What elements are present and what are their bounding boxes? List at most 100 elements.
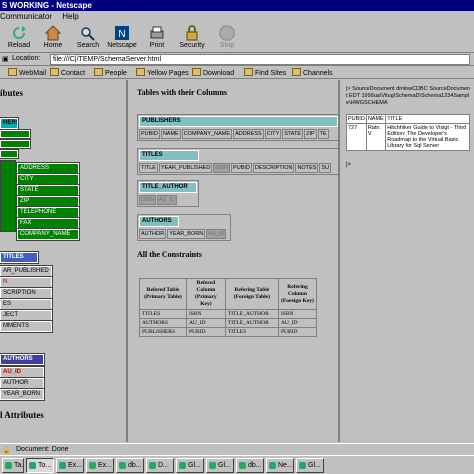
titles-box[interactable]: TITLES [0, 251, 39, 264]
cell: PUBID [277, 327, 318, 337]
security-button[interactable]: Security [177, 25, 207, 49]
table-name[interactable]: TITLE_AUTHOR [139, 182, 197, 193]
author-field-author[interactable]: AUTHOR [0, 377, 45, 390]
attributes-heading: ibutes [0, 88, 24, 98]
publishers-field-block[interactable] [0, 139, 31, 149]
stop-icon [219, 25, 235, 41]
column[interactable]: COMPANY_NAME [181, 129, 233, 139]
home-button[interactable]: Home [38, 25, 68, 49]
personal-link-people[interactable]: People [94, 68, 127, 77]
author-field-year-born[interactable]: YEAR_BORN [0, 388, 45, 401]
svg-text:N: N [118, 29, 125, 40]
cell: AUTHORS [139, 318, 187, 328]
navigation-toolbar: Reload Home Search N Netscape Print Secu… [0, 23, 474, 53]
taskbar-item[interactable]: D... [146, 458, 174, 473]
publisher-field-city[interactable]: CITY [16, 173, 80, 186]
right-frame: |> SourceDocument dmlowCDBC SourceDocume… [342, 80, 474, 442]
search-button[interactable]: Search [73, 25, 103, 49]
column-header: Refered Table (Primary Table) [139, 278, 187, 310]
publisher-field-address[interactable]: ADDRESS [16, 162, 80, 175]
column[interactable]: YEAR_PUBLISHED [158, 163, 213, 173]
column[interactable]: YEAR_BORN [167, 229, 206, 239]
taskbar-item[interactable]: Gl... [176, 458, 204, 473]
column[interactable]: ADDRESS [233, 129, 264, 139]
publisher-field-state[interactable]: STATE [16, 184, 80, 197]
taskbar-item[interactable]: Gl... [296, 458, 324, 473]
menu-help[interactable]: Help [62, 12, 78, 21]
constraints-heading: All the Constraints [137, 250, 202, 259]
personal-link-contact[interactable]: Contact [50, 68, 85, 77]
table-row: TITLES ISBN TITLE_AUTHOR ISBN [139, 309, 318, 319]
cell: TITLE_AUTHOR [224, 309, 279, 319]
taskbar-item[interactable]: Gl... [206, 458, 234, 473]
table-name[interactable]: AUTHORS [139, 216, 179, 227]
stop-button[interactable]: Stop [212, 25, 242, 49]
column[interactable]: CITY [264, 129, 282, 139]
column[interactable]: SU [319, 163, 332, 173]
window-title-bar[interactable]: S WORKING - Netscape [0, 0, 474, 11]
publisher-field-fax[interactable]: FAX [16, 217, 80, 230]
column[interactable]: PUBID [231, 163, 252, 173]
reload-icon [13, 26, 26, 39]
publisher-field-zip[interactable]: ZIP [16, 195, 80, 208]
table-titles: TITLES TITLE YEAR_PUBLISHED ISBN PUBID D… [137, 148, 338, 175]
column[interactable]: AU_ID [156, 195, 178, 205]
publisher-field-telephone[interactable]: TELEPHONE [16, 206, 80, 219]
print-button[interactable]: Print [142, 25, 172, 49]
taskbar: Ta... To... Ex... Ex... db... D... Gl...… [0, 455, 474, 474]
table-name[interactable]: TITLES [139, 150, 199, 161]
author-field-au-id[interactable]: AU_ID [0, 366, 45, 379]
menu-communicator[interactable]: Communicator [0, 12, 52, 21]
title-field-isbn[interactable]: N [0, 276, 53, 289]
publishers-box[interactable]: HERS [0, 117, 19, 130]
netscape-icon: N [115, 26, 129, 40]
column-header: NAME [365, 114, 387, 124]
personal-link-channels[interactable]: Channels [292, 68, 333, 77]
column[interactable]: NAME [160, 129, 181, 139]
taskbar-item[interactable]: Ne... [266, 458, 294, 473]
column[interactable]: ISBN [139, 195, 156, 205]
column[interactable]: NOTES [295, 163, 319, 173]
taskbar-item[interactable]: To... [26, 458, 54, 473]
publisher-field-company-name[interactable]: COMPANY_NAME [16, 228, 80, 241]
personal-link-download[interactable]: Download [192, 68, 234, 77]
security-icon [186, 25, 198, 41]
search-icon [81, 27, 95, 41]
table-name[interactable]: PUBLISHERS [139, 116, 338, 127]
reload-button[interactable]: Reload [4, 25, 34, 49]
personal-link-yellow-pages[interactable]: Yellow Pages [136, 68, 189, 77]
taskbar-item[interactable]: db... [116, 458, 144, 473]
column[interactable]: AU_ID [206, 229, 227, 239]
table-publishers: PUBLISHERS PUBID NAME COMPANY_NAME ADDRE… [137, 114, 338, 141]
column[interactable]: ISBN [213, 163, 231, 173]
title-field-subject[interactable]: JECT [0, 309, 53, 322]
column-header: TITLE [385, 114, 470, 124]
status-text: Document: Done [16, 446, 69, 453]
taskbar-item[interactable]: Ex... [56, 458, 84, 473]
personal-link-find-sites[interactable]: Find Sites [244, 68, 286, 77]
authors-box[interactable]: AUTHORS [0, 353, 45, 366]
taskbar-item[interactable]: Ex... [86, 458, 114, 473]
location-input[interactable]: file:///C|/TEMP/SchemaServer.html [50, 54, 470, 65]
netscape-button[interactable]: N Netscape [107, 25, 137, 49]
title-field-comments[interactable]: MMENTS [0, 320, 53, 333]
title-field-description[interactable]: SCRIPTION [0, 287, 53, 300]
cell: PUBLISHERS [139, 327, 187, 337]
column[interactable]: STATE [282, 129, 304, 139]
print-icon [150, 26, 164, 39]
taskbar-item[interactable]: Ta... [2, 458, 24, 473]
column[interactable]: DESCRIPTION [252, 163, 295, 173]
title-field-year-published[interactable]: AR_PUBLISHED [0, 265, 53, 278]
bookmarks-icon[interactable]: ▣ [2, 55, 9, 63]
column[interactable]: AUTHOR [139, 229, 167, 239]
taskbar-item[interactable]: db... [236, 458, 264, 473]
publishers-field-block[interactable] [0, 129, 31, 139]
column[interactable]: ZIP [304, 129, 317, 139]
column[interactable]: TE [317, 129, 329, 139]
column[interactable]: TITLE [139, 163, 158, 173]
publishers-field-block[interactable] [0, 149, 19, 159]
middle-frame: Tables with their Columns PUBLISHERS PUB… [131, 80, 340, 442]
personal-link-webmail[interactable]: WebMail [8, 68, 46, 77]
title-field-notes[interactable]: ES [0, 298, 53, 311]
column[interactable]: PUBID [139, 129, 160, 139]
